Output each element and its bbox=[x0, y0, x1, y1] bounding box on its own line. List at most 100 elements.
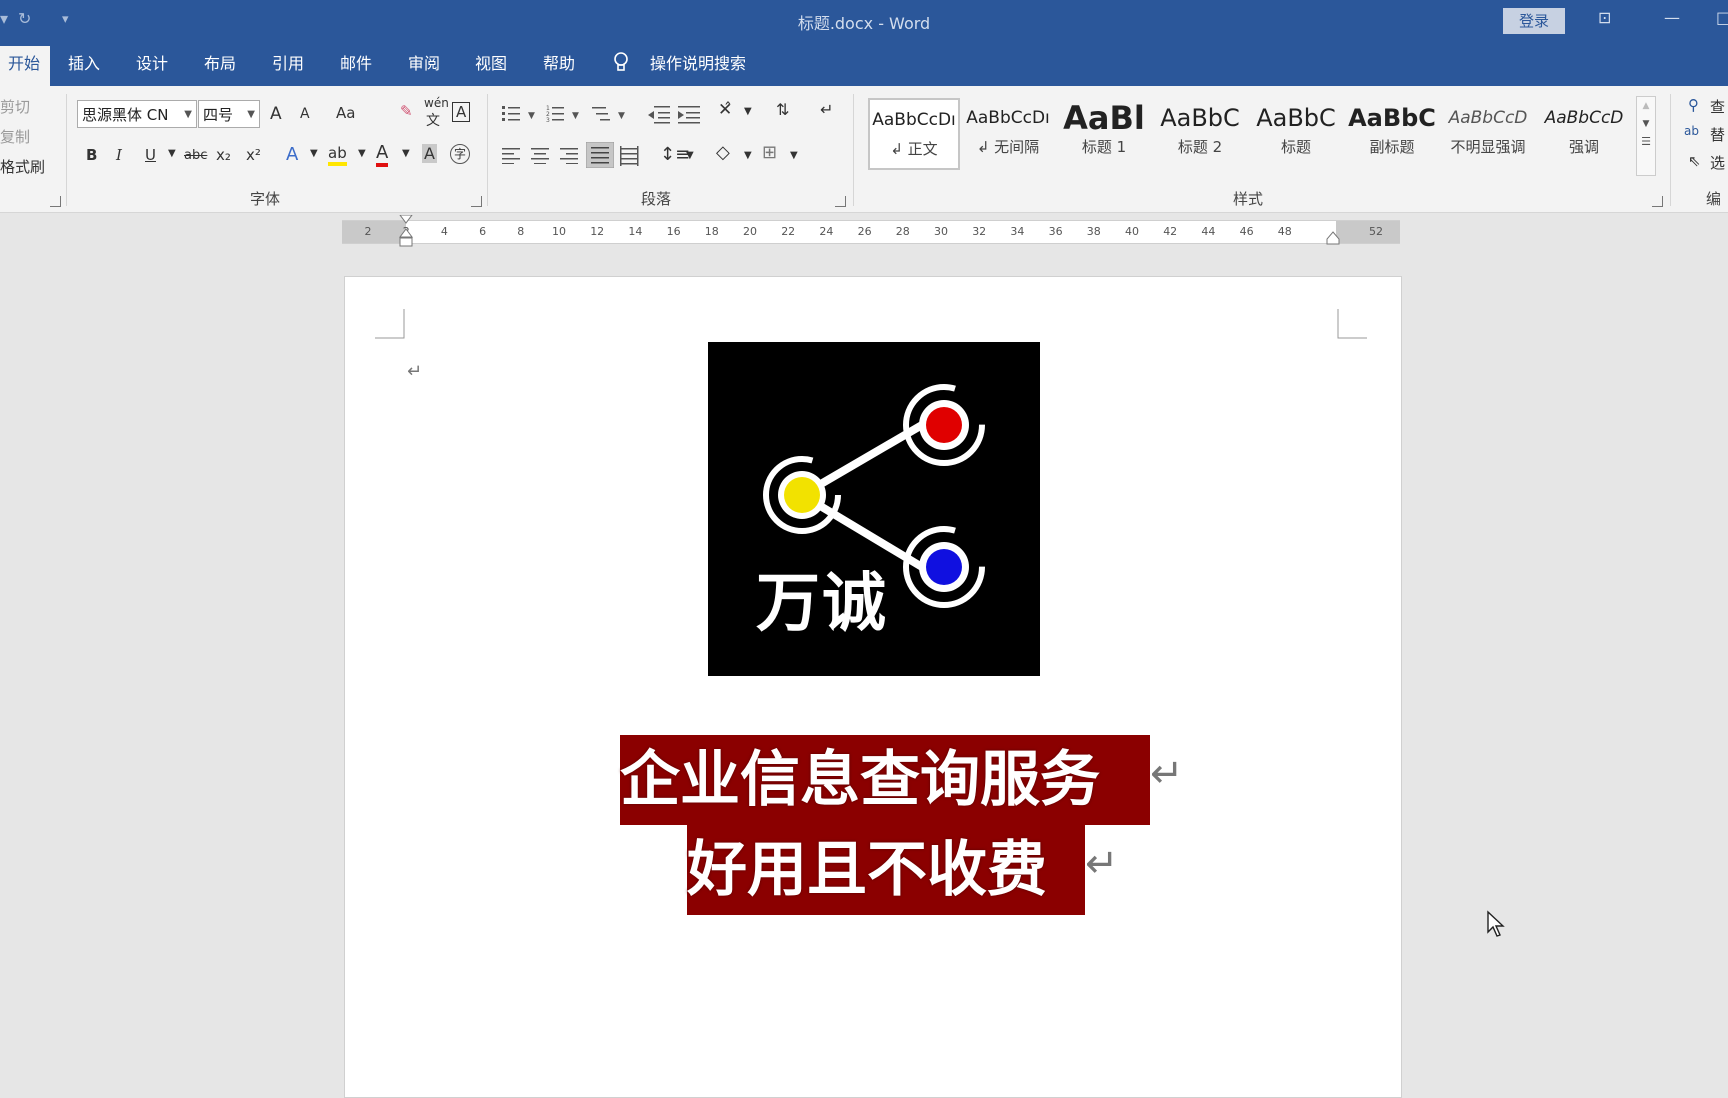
horizontal-ruler[interactable]: 2246810121416182022242628303234363840424… bbox=[342, 215, 1400, 247]
distributed-icon[interactable] bbox=[620, 146, 640, 166]
heading-line-2[interactable]: 好用且不收费 bbox=[687, 825, 1085, 915]
tab-home[interactable]: 开始 bbox=[0, 46, 50, 86]
underline-button[interactable]: U bbox=[145, 146, 156, 164]
ruler-tick: 14 bbox=[628, 225, 643, 238]
style-subtle-emphasis[interactable]: AaBbCcD 不明显强调 bbox=[1442, 98, 1534, 170]
style-preview: AaBbC bbox=[1160, 104, 1240, 132]
chevron-down-icon[interactable]: ▼ bbox=[358, 148, 366, 159]
style-normal[interactable]: AaBbCcDı ↲ 正文 bbox=[868, 98, 960, 170]
borders-icon[interactable]: ⊞ bbox=[762, 142, 777, 163]
shading-icon[interactable]: ◇ bbox=[716, 142, 730, 163]
tab-view[interactable]: 视图 bbox=[475, 42, 507, 86]
chevron-down-icon[interactable]: ▼ bbox=[184, 101, 192, 129]
scroll-down-icon[interactable]: ▼ bbox=[1637, 119, 1655, 129]
tab-mailings[interactable]: 邮件 bbox=[340, 42, 372, 86]
phonetic-guide-button[interactable]: wén bbox=[424, 96, 449, 110]
select-icon[interactable]: ⇖ bbox=[1688, 152, 1701, 170]
tell-me-search[interactable]: 操作说明搜索 bbox=[650, 42, 746, 86]
styles-more-icon[interactable]: ☰ bbox=[1637, 135, 1655, 148]
replace-button[interactable]: 替 bbox=[1710, 124, 1725, 145]
font-launcher-icon[interactable] bbox=[471, 196, 482, 207]
align-center-icon[interactable] bbox=[531, 146, 551, 164]
clipboard-launcher-icon[interactable] bbox=[50, 196, 61, 207]
scroll-up-icon[interactable]: ▲ bbox=[1637, 101, 1655, 111]
style-preview: AaBl bbox=[1063, 99, 1145, 136]
indent-marker-icon[interactable] bbox=[398, 215, 414, 251]
underline-dropdown-icon[interactable]: ▼ bbox=[168, 148, 176, 159]
lightbulb-icon[interactable] bbox=[612, 52, 630, 72]
char-shading-button[interactable]: A bbox=[422, 144, 437, 163]
increase-indent-icon[interactable] bbox=[678, 104, 702, 124]
find-icon[interactable]: ⚲ bbox=[1688, 96, 1699, 114]
numbering-icon[interactable]: 123 ▼ bbox=[546, 104, 586, 124]
chevron-down-icon[interactable]: ▼ bbox=[310, 148, 318, 159]
chevron-down-icon[interactable]: ▼ bbox=[744, 106, 752, 117]
show-marks-icon[interactable]: ↵ bbox=[820, 100, 833, 119]
copy-button[interactable]: 复制 bbox=[0, 126, 30, 147]
cut-button[interactable]: 剪切 bbox=[0, 96, 30, 117]
italic-button[interactable]: I bbox=[116, 146, 122, 164]
shrink-font-button[interactable]: A bbox=[300, 106, 310, 122]
change-case-button[interactable]: Aa bbox=[336, 104, 355, 122]
font-name-combo[interactable]: 思源黑体 CN ▼ bbox=[77, 100, 197, 128]
style-title[interactable]: AaBbC 标题 bbox=[1250, 98, 1342, 170]
ruler-tick: 30 bbox=[934, 225, 948, 238]
format-painter-button[interactable]: 格式刷 bbox=[0, 156, 45, 177]
style-heading-1[interactable]: AaBl 标题 1 bbox=[1058, 98, 1150, 170]
style-emphasis[interactable]: AaBbCcD 强调 bbox=[1538, 98, 1630, 170]
paragraph-launcher-icon[interactable] bbox=[835, 196, 846, 207]
multilevel-list-icon[interactable]: ▼ bbox=[592, 104, 632, 124]
ribbon-display-options-icon[interactable]: ⊡ bbox=[1598, 8, 1611, 27]
superscript-button[interactable]: x² bbox=[246, 146, 261, 164]
font-size-value: 四号 bbox=[203, 106, 234, 124]
char-border-button[interactable]: A bbox=[452, 102, 471, 122]
chevron-down-icon[interactable]: ▼ bbox=[744, 150, 752, 161]
asian-layout-icon[interactable]: ✕̂ bbox=[718, 100, 732, 120]
tab-review[interactable]: 审阅 bbox=[408, 42, 440, 86]
styles-launcher-icon[interactable] bbox=[1652, 196, 1663, 207]
yellow-dot bbox=[784, 477, 820, 513]
subscript-button[interactable]: x₂ bbox=[216, 146, 231, 164]
chevron-down-icon[interactable]: ▼ bbox=[402, 148, 410, 159]
style-no-spacing[interactable]: AaBbCcDı ↲ 无间隔 bbox=[962, 98, 1054, 170]
document-page[interactable]: ↵ 万诚 企业信息查询服务 ↵ 好用且不收费 ↵ bbox=[344, 276, 1402, 1098]
decrease-indent-icon[interactable] bbox=[648, 104, 672, 124]
clear-formatting-icon[interactable]: ✎ bbox=[400, 102, 413, 120]
chevron-down-icon[interactable]: ▼ bbox=[790, 150, 798, 161]
style-heading-2[interactable]: AaBbC 标题 2 bbox=[1154, 98, 1246, 170]
style-subtitle[interactable]: AaBbC 副标题 bbox=[1346, 98, 1438, 170]
tab-layout[interactable]: 布局 bbox=[204, 42, 236, 86]
heading-line-1[interactable]: 企业信息查询服务 bbox=[620, 735, 1150, 825]
ruler-tick: 26 bbox=[857, 225, 872, 238]
align-left-icon[interactable] bbox=[502, 146, 522, 164]
font-color-button[interactable]: A bbox=[376, 142, 389, 167]
right-indent-marker-icon[interactable] bbox=[1326, 231, 1340, 245]
enclose-chars-button[interactable]: 字 bbox=[450, 144, 470, 164]
minimize-icon[interactable]: — bbox=[1664, 8, 1680, 27]
justify-icon[interactable] bbox=[586, 142, 614, 168]
bold-button[interactable]: B bbox=[86, 146, 97, 164]
login-button[interactable]: 登录 bbox=[1503, 8, 1565, 34]
text-effects-button[interactable]: A bbox=[286, 144, 298, 165]
tab-references[interactable]: 引用 bbox=[272, 42, 304, 86]
styles-scroll[interactable]: ▲ ▼ ☰ bbox=[1636, 96, 1656, 176]
strikethrough-button[interactable]: abc bbox=[184, 148, 207, 163]
find-button[interactable]: 查 bbox=[1710, 96, 1725, 117]
align-right-icon[interactable] bbox=[560, 146, 580, 164]
maximize-icon[interactable]: □ bbox=[1716, 8, 1728, 27]
chevron-down-icon[interactable]: ▼ bbox=[686, 150, 694, 161]
select-button[interactable]: 选 bbox=[1710, 152, 1725, 173]
chevron-down-icon[interactable]: ▼ bbox=[247, 101, 255, 129]
bullets-icon[interactable]: ▼ bbox=[502, 104, 542, 124]
sort-icon[interactable]: ⇅ bbox=[776, 100, 789, 119]
grow-font-button[interactable]: A bbox=[270, 104, 282, 124]
tab-insert[interactable]: 插入 bbox=[68, 42, 100, 86]
highlight-color-button[interactable]: ab bbox=[328, 144, 347, 166]
style-name: 标题 2 bbox=[1177, 138, 1223, 156]
company-logo[interactable]: 万诚 bbox=[708, 342, 1040, 676]
svg-text:3: 3 bbox=[546, 117, 550, 124]
replace-icon[interactable]: ab bbox=[1684, 124, 1699, 138]
tab-design[interactable]: 设计 bbox=[136, 42, 168, 86]
font-size-combo[interactable]: 四号 ▼ bbox=[198, 100, 260, 128]
tab-help[interactable]: 帮助 bbox=[543, 42, 575, 86]
